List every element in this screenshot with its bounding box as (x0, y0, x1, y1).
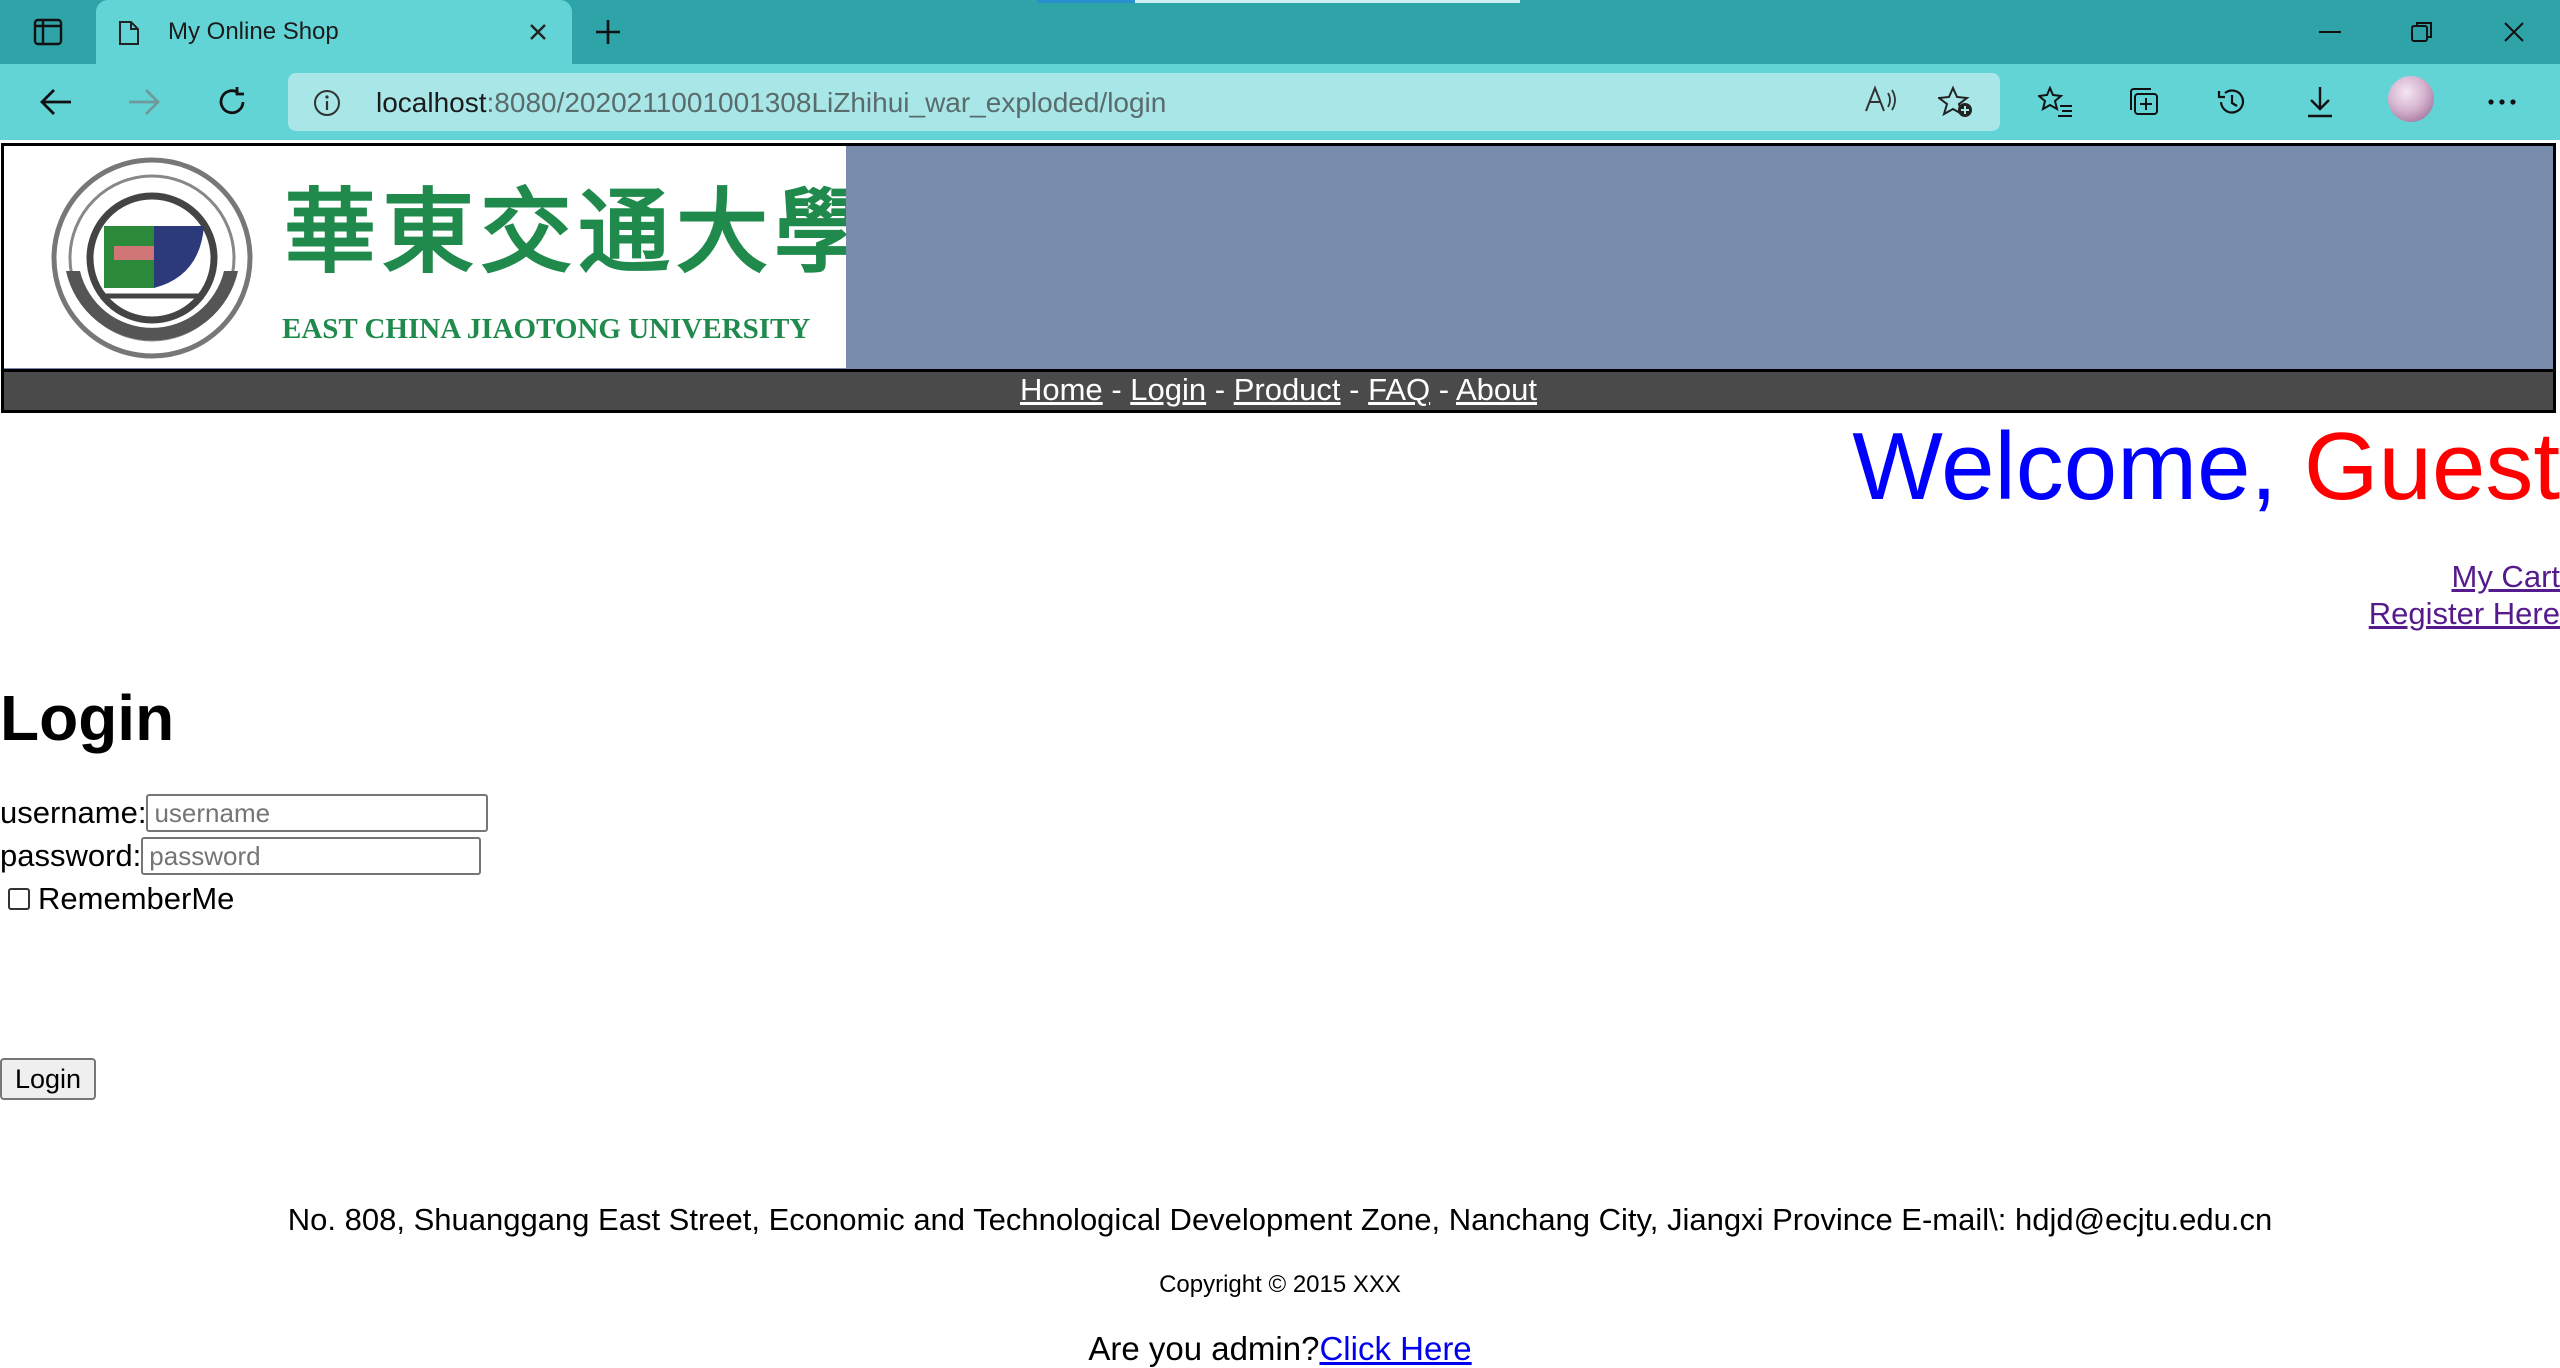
profile-avatar[interactable] (2388, 76, 2434, 122)
my-cart-link[interactable]: My Cart (2369, 558, 2560, 595)
nav-separator: - (1111, 372, 1122, 407)
more-menu-icon[interactable] (2478, 82, 2526, 122)
favorites-icon[interactable] (2032, 82, 2080, 122)
footer-admin: Are you admin?Click Here (0, 1330, 2560, 1368)
add-favorite-icon[interactable] (1936, 85, 1974, 124)
url-path: :8080/2020211001001308LiZhihui_war_explo… (486, 87, 1167, 118)
minimize-icon[interactable] (2302, 12, 2358, 52)
university-seal (51, 157, 253, 359)
site-header: 華東交通大學 EAST CHINA JIAOTONG UNIVERSITY Ho… (1, 143, 2556, 413)
remember-me-checkbox[interactable] (8, 888, 30, 910)
password-row: password: (0, 837, 482, 875)
forward-arrow-icon[interactable] (120, 82, 168, 122)
read-aloud-icon[interactable] (1864, 85, 1898, 122)
footer-address: No. 808, Shuanggang East Street, Economi… (287, 1202, 2273, 1237)
site-nav: Home - Login - Product - FAQ - About (4, 369, 2553, 410)
username-row: username: (0, 794, 489, 832)
page-document-icon (118, 20, 140, 51)
logo-chinese-text: 華東交通大學 (284, 178, 846, 286)
tab-close-icon[interactable] (522, 16, 554, 48)
admin-prompt: Are you admin? (1088, 1330, 1320, 1367)
loading-indicator (1037, 0, 1520, 3)
address-bar[interactable]: localhost:8080/2020211001001308LiZhihui_… (288, 73, 2000, 131)
collections-icon[interactable] (2120, 82, 2168, 122)
username-input[interactable] (146, 794, 489, 832)
page-title: Login (0, 682, 175, 754)
nav-product-link[interactable]: Product (1234, 372, 1341, 407)
browser-tab-active[interactable]: My Online Shop (96, 0, 572, 64)
admin-link[interactable]: Click Here (1319, 1330, 1471, 1367)
register-link[interactable]: Register Here (2369, 595, 2560, 632)
welcome-message: Welcome, Guest (1852, 412, 2560, 522)
nav-separator: - (1214, 372, 1226, 407)
logo-english-text: EAST CHINA JIAOTONG UNIVERSITY (282, 313, 810, 345)
footer-copyright: Copyright © 2015 XXX (1159, 1271, 1401, 1298)
nav-separator: - (1349, 372, 1360, 407)
password-label: password: (0, 838, 142, 873)
downloads-icon[interactable] (2296, 82, 2344, 122)
tab-title: My Online Shop (168, 18, 339, 45)
site-info-icon[interactable] (312, 88, 342, 123)
loading-indicator-accent (1037, 0, 1135, 3)
new-tab-icon[interactable] (588, 14, 628, 50)
welcome-prefix: Welcome, (1852, 413, 2304, 520)
close-window-icon[interactable] (2486, 12, 2542, 52)
history-icon[interactable] (2208, 82, 2256, 122)
tab-actions-icon[interactable] (26, 12, 70, 52)
browser-toolbar: localhost:8080/2020211001001308LiZhihui_… (0, 64, 2560, 140)
password-input[interactable] (141, 837, 482, 875)
url-host: localhost (376, 87, 487, 118)
nav-faq-link[interactable]: FAQ (1368, 372, 1430, 407)
browser-tab-bar: My Online Shop (0, 0, 2560, 64)
nav-home-link[interactable]: Home (1020, 372, 1103, 407)
back-arrow-icon[interactable] (32, 82, 80, 122)
restore-icon[interactable] (2394, 12, 2450, 52)
university-logo: 華東交通大學 EAST CHINA JIAOTONG UNIVERSITY (4, 146, 866, 368)
nav-about-link[interactable]: About (1456, 372, 1537, 407)
nav-separator: - (1438, 372, 1450, 407)
url-text[interactable]: localhost:8080/2020211001001308LiZhihui_… (376, 87, 1166, 119)
remember-row: RememberMe (0, 881, 234, 917)
nav-login-link[interactable]: Login (1130, 372, 1206, 407)
remember-me-label: RememberMe (38, 881, 235, 916)
username-label: username: (0, 795, 147, 830)
page-content: 華東交通大學 EAST CHINA JIAOTONG UNIVERSITY Ho… (0, 140, 2560, 1367)
welcome-username: Guest (2303, 413, 2560, 520)
account-links: My Cart Register Here (2369, 558, 2560, 632)
login-button[interactable]: Login (0, 1058, 96, 1100)
reload-icon[interactable] (208, 82, 256, 122)
